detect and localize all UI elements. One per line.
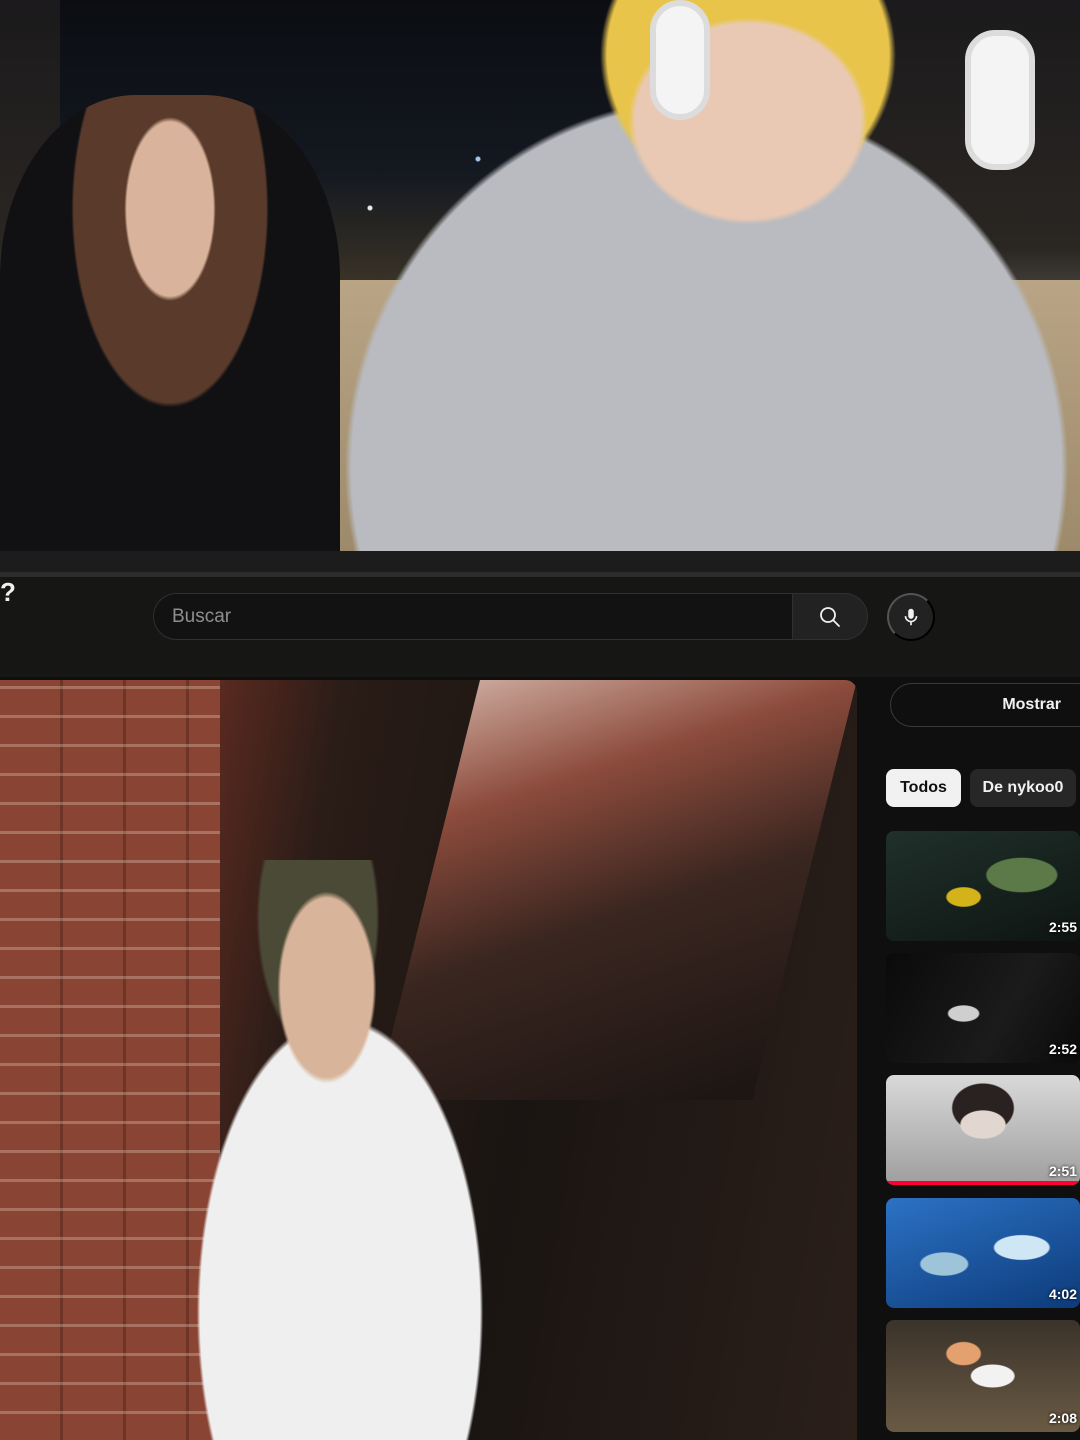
voice-search-button[interactable] — [887, 593, 935, 641]
video-player[interactable] — [0, 680, 857, 1440]
show-chat-button[interactable]: Mostrar — [890, 683, 1080, 727]
video-duration: 2:55 — [1048, 919, 1077, 935]
recommended-video-thumbnail[interactable]: 2:51 — [886, 1075, 1080, 1185]
search-box[interactable] — [153, 593, 793, 640]
recommended-video-thumbnail[interactable]: 2:52 — [886, 953, 1080, 1063]
webcam-feed — [0, 0, 1080, 551]
microphone-icon — [904, 608, 918, 626]
search-input[interactable] — [172, 605, 793, 628]
headphone-left — [650, 0, 710, 120]
recommended-video-thumbnail[interactable]: 2:55 — [886, 831, 1080, 941]
search-button[interactable] — [792, 593, 868, 640]
overlay-divider — [0, 551, 1080, 577]
video-duration: 4:02 — [1048, 1286, 1077, 1302]
video-duration: 2:08 — [1048, 1410, 1077, 1426]
search-icon — [820, 606, 840, 627]
chip-from-channel[interactable]: De nykoo0 — [970, 769, 1076, 807]
video-duration: 2:51 — [1048, 1163, 1077, 1179]
headphone-right — [965, 30, 1035, 170]
video-duration: 2:52 — [1048, 1041, 1077, 1057]
question-mark: ? — [0, 577, 16, 607]
recommended-video-thumbnail[interactable]: 4:02 — [886, 1198, 1080, 1308]
video-frame-subject — [120, 860, 560, 1440]
watched-progress-bar — [886, 1181, 1080, 1185]
recommended-video-thumbnail[interactable]: 2:08 — [886, 1320, 1080, 1432]
chip-all[interactable]: Todos — [886, 769, 961, 807]
